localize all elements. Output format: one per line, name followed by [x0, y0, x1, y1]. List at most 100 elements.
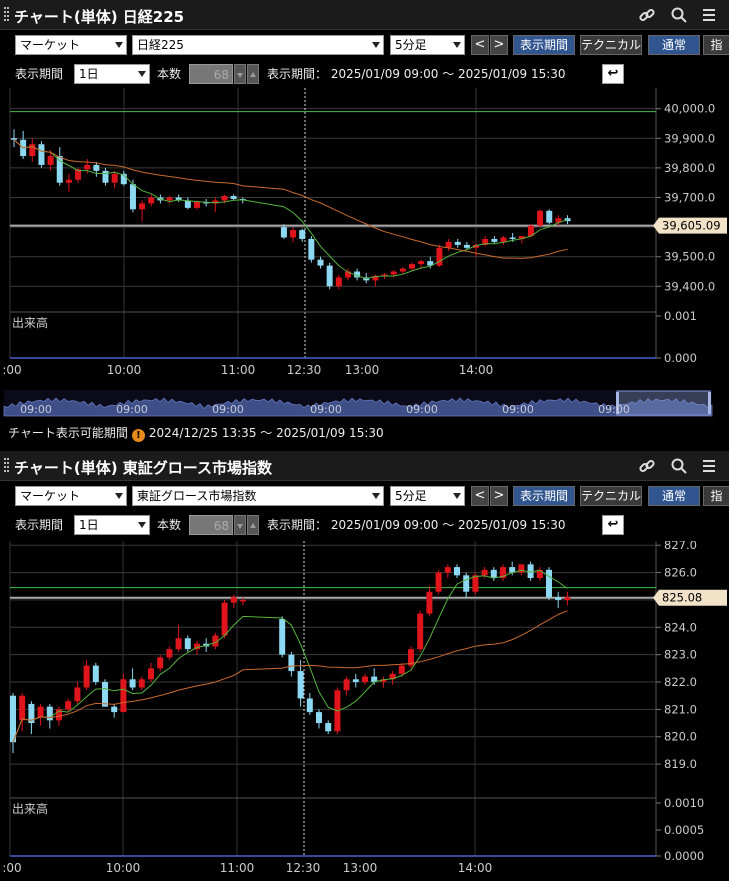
candle-body [325, 723, 332, 732]
candle-body [308, 238, 315, 260]
interval-select[interactable]: 5分足 [390, 35, 465, 55]
prev-button[interactable]: < [471, 35, 489, 55]
panel-titlebar: チャート(単体) 日経225 [0, 0, 729, 30]
candle-body [409, 264, 415, 269]
candle-body [398, 665, 405, 674]
normal-button[interactable]: 通常 [648, 35, 700, 55]
link-icon[interactable] [638, 6, 656, 24]
count-increment-button[interactable] [247, 515, 259, 535]
candle-body [166, 649, 173, 658]
menu-icon[interactable] [700, 6, 718, 24]
y-tick-label: 39,800.0 [664, 161, 715, 175]
symbol-select[interactable]: 東証グロース市場指数 [132, 486, 384, 506]
candle-body [343, 679, 350, 691]
x-tick-label: 14:00 [458, 861, 493, 875]
count-increment-button[interactable] [247, 64, 259, 84]
count-input[interactable]: 68 [189, 64, 233, 84]
candle-body [84, 164, 91, 170]
candle-body [445, 241, 452, 248]
x-tick-label: 10:00 [106, 861, 141, 875]
x-tick-label: 13:00 [345, 363, 380, 377]
count-decrement-button[interactable] [234, 515, 246, 535]
navigator-tick-label: 09:00 [502, 403, 534, 416]
last-price-label: 39,605.09 [662, 219, 721, 233]
chart-panel-growth: チャート(単体) 東証グロース市場指数 マーケット 東証グロース市場指数 5分足… [0, 451, 729, 881]
navigator-tick-label: 09:00 [116, 403, 148, 416]
price-chart[interactable]: 827.0826.0825.0824.0823.0822.0821.0820.0… [0, 541, 729, 881]
candle-body [65, 179, 72, 183]
navigator-window[interactable] [616, 390, 711, 416]
candle-body [426, 591, 433, 614]
candle-body [390, 271, 397, 275]
candle-body [83, 665, 90, 688]
next-button[interactable]: > [490, 486, 508, 506]
interval-select[interactable]: 5分足 [390, 486, 465, 506]
y-tick-label: 820.0 [664, 730, 697, 744]
search-icon[interactable] [670, 6, 688, 24]
candle-body [335, 277, 342, 287]
candle-body [37, 706, 44, 718]
chevron-down-icon [138, 71, 146, 77]
period-select[interactable]: 1日 [74, 64, 150, 84]
candle-body [444, 567, 451, 573]
indicator-button[interactable]: 指 [703, 486, 729, 506]
period-button[interactable]: 表示期間 [513, 486, 575, 506]
symbol-select-value: 東証グロース市場指数 [137, 489, 257, 503]
count-input[interactable]: 68 [189, 515, 233, 535]
y-tick-label: 40,000.0 [664, 102, 715, 116]
period-button[interactable]: 表示期間 [513, 35, 575, 55]
menu-icon[interactable] [700, 457, 718, 475]
reset-button[interactable]: ↩ [602, 64, 624, 84]
technical-button[interactable]: テクニカル [580, 486, 642, 506]
indicator-button[interactable]: 指 [703, 35, 729, 55]
candle-body [74, 687, 81, 702]
candle-body [102, 682, 108, 707]
candle-body [129, 679, 136, 688]
candle-body [92, 665, 99, 683]
market-select[interactable]: マーケット [15, 486, 127, 506]
symbol-select[interactable]: 日経225 [132, 35, 384, 55]
link-icon[interactable] [638, 457, 656, 475]
candle-body [418, 261, 425, 265]
period-select[interactable]: 1日 [74, 515, 150, 535]
last-price-label: 825.08 [662, 591, 702, 605]
candle-body [19, 695, 26, 721]
period-label: 表示期間 [15, 518, 64, 532]
candle-body [139, 203, 146, 210]
y-tick-label: 824.0 [664, 620, 697, 634]
panel-titlebar: チャート(単体) 東証グロース市場指数 [0, 451, 729, 481]
reset-button[interactable]: ↩ [602, 515, 624, 535]
warning-icon[interactable]: ! [131, 429, 145, 442]
count-label: 本数 [157, 67, 182, 81]
y-tick-label: 821.0 [664, 702, 697, 716]
interval-select-value: 5分足 [395, 38, 427, 52]
candle-body [221, 602, 228, 636]
available-range: チャート表示可能期間! 2024/12/25 13:35 ～ 2025/01/09… [8, 424, 384, 442]
candle-body [148, 668, 154, 680]
technical-button[interactable]: テクニカル [580, 35, 642, 55]
candle-body [47, 156, 54, 165]
period-select-value: 1日 [79, 67, 99, 81]
drag-handle-icon[interactable] [4, 7, 10, 23]
drag-handle-icon[interactable] [4, 458, 10, 474]
candle-body [230, 196, 237, 199]
market-select[interactable]: マーケット [15, 35, 127, 55]
next-button[interactable]: > [490, 35, 508, 55]
navigator-tick-label: 09:00 [310, 403, 342, 416]
count-decrement-button[interactable] [234, 64, 246, 84]
x-tick-label: 12:30 [287, 363, 322, 377]
volume-tick-label: 0.001 [664, 309, 697, 323]
search-icon[interactable] [670, 457, 688, 475]
candle-body [290, 230, 297, 238]
price-chart[interactable]: 40,000.039,900.039,800.039,700.039,600.0… [0, 88, 729, 425]
y-tick-label: 823.0 [664, 648, 697, 662]
interval-select-value: 5分足 [395, 489, 427, 503]
prev-button[interactable]: < [471, 486, 489, 506]
y-tick-label: 39,500.0 [664, 250, 715, 264]
volume-tick-label: 0.0005 [664, 823, 704, 837]
moving-average-short [13, 139, 568, 280]
candle-body [148, 197, 155, 204]
y-tick-label: 822.0 [664, 675, 697, 689]
normal-button[interactable]: 通常 [648, 486, 700, 506]
range-text: 表示期間： 2025/01/09 09:00 ～ 2025/01/09 15:3… [267, 518, 566, 532]
